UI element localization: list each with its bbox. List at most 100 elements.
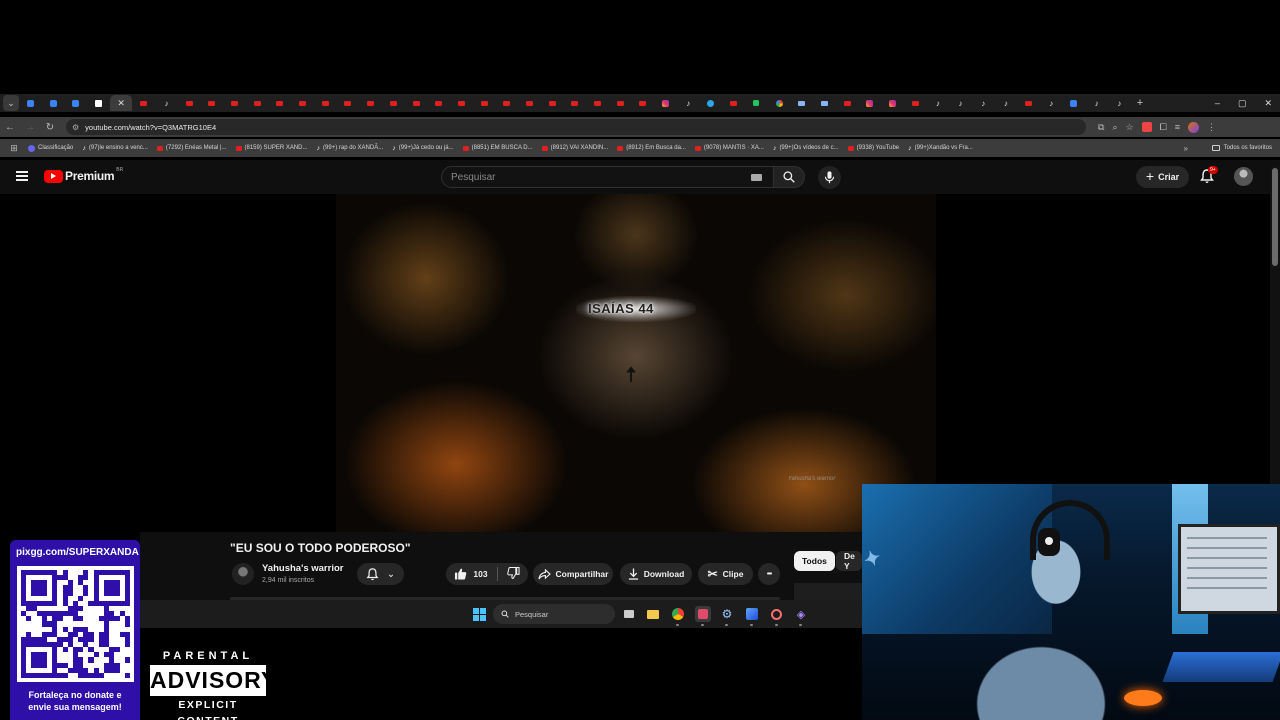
browser-tab-yt[interactable] (495, 95, 518, 111)
reload-icon[interactable]: ↻ (40, 122, 60, 133)
taskbar-search-box[interactable]: Pesquisar (493, 604, 615, 624)
browser-tab-tiktok[interactable]: ♪ (1040, 95, 1063, 111)
browser-tab-tiktok[interactable]: ♪ (949, 95, 972, 111)
channel-avatar[interactable] (232, 563, 254, 585)
browser-tab-white[interactable] (87, 95, 110, 111)
browser-tab-yt[interactable] (586, 95, 609, 111)
reading-list-icon[interactable]: ≡ (1175, 122, 1180, 133)
channel-name[interactable]: Yahusha's warrior (262, 563, 343, 574)
browser-tab-tiktok[interactable]: ♪ (1108, 95, 1131, 111)
new-tab-button[interactable]: + (1137, 97, 1143, 109)
browser-tab-yt[interactable] (314, 95, 337, 111)
install-app-icon[interactable]: ⧉ (1098, 122, 1104, 133)
bookmark-item[interactable]: Classificação (28, 144, 73, 152)
browser-tab-ig[interactable] (858, 95, 881, 111)
tab-search-menu-button[interactable]: ⌄ (3, 95, 19, 111)
browser-tab-yt[interactable] (337, 95, 360, 111)
file-explorer-icon[interactable] (646, 607, 660, 621)
share-button[interactable]: Compartilhar (533, 563, 613, 585)
bookmark-item[interactable]: ♪ (99+)Já cedo ou já... (392, 145, 453, 152)
browser-tab-grey[interactable] (813, 95, 836, 111)
browser-tab-yt[interactable] (541, 95, 564, 111)
like-button[interactable]: 103 (454, 568, 488, 580)
browser-tab-tiktok[interactable]: ♪ (1085, 95, 1108, 111)
clip-button[interactable]: ✂ Clipe (698, 563, 753, 585)
dislike-button[interactable] (506, 566, 520, 581)
page-scrollbar[interactable] (1270, 166, 1280, 536)
browser-tab-yt[interactable] (609, 95, 632, 111)
app-diamond-icon[interactable]: ◈ (794, 607, 808, 621)
more-actions-button[interactable]: ••• (758, 563, 780, 585)
browser-tab-yt[interactable] (132, 95, 155, 111)
browser-tab-yt[interactable] (201, 95, 224, 111)
browser-tab-tiktok[interactable]: ♪ (995, 95, 1018, 111)
voice-search-button[interactable] (818, 166, 841, 189)
close-window-icon[interactable]: ✕ (1264, 98, 1272, 109)
browser-tab-yt[interactable] (359, 95, 382, 111)
scrollbar-thumb[interactable] (1272, 168, 1278, 266)
browser-tab-ig[interactable] (654, 95, 677, 111)
windows-start-icon[interactable] (472, 607, 486, 621)
bookmark-item[interactable]: (8912) Em Busca da... (617, 145, 686, 151)
maximize-icon[interactable]: ▢ (1238, 98, 1247, 109)
browser-tab-yt[interactable] (836, 95, 859, 111)
minimize-icon[interactable]: – (1215, 98, 1220, 108)
browser-tab-yt[interactable] (291, 95, 314, 111)
keyboard-icon[interactable] (751, 174, 762, 181)
chip-from-channel[interactable]: De Y (836, 551, 862, 571)
bookmark-item[interactable]: ♪ (99+)Xandão vs Fra... (908, 145, 973, 152)
browser-tab-edge[interactable] (64, 95, 87, 111)
recommended-thumbnail[interactable] (794, 583, 862, 601)
video-player[interactable]: ISAÍAS 44 🠅 Yahusha's warrior (336, 194, 936, 532)
bookmark-item[interactable]: ♪ (99+)Os vídeos de c... (773, 145, 839, 152)
browser-tab-yt[interactable] (269, 95, 292, 111)
chip-todos[interactable]: Todos (794, 551, 835, 571)
extension-icon[interactable] (1141, 121, 1152, 132)
browser-tab-yt[interactable] (223, 95, 246, 111)
notifications-button[interactable]: 9+ (1200, 166, 1218, 185)
browser-tab-yt[interactable] (382, 95, 405, 111)
account-avatar[interactable] (1234, 167, 1253, 186)
browser-tab-yt[interactable] (246, 95, 269, 111)
bookmark-star-icon[interactable]: ☆ (1125, 122, 1133, 133)
browser-tab-yt[interactable] (405, 95, 428, 111)
browser-tab-yt[interactable] (564, 95, 587, 111)
create-button[interactable]: + Criar (1136, 166, 1189, 188)
bookmark-item[interactable]: ♪ (99+) rap do XANDÃ... (317, 145, 384, 152)
chrome-taskbar-icon[interactable] (671, 607, 685, 621)
browser-tab-yt[interactable] (518, 95, 541, 111)
menu-hamburger-icon[interactable] (16, 171, 28, 181)
browser-tab-cyan[interactable] (700, 95, 723, 111)
youtube-premium-logo[interactable]: Premium BR (44, 167, 123, 183)
browser-tab-yt[interactable] (450, 95, 473, 111)
browser-tab-tiktok[interactable]: ♪ (927, 95, 950, 111)
browser-tab-blue[interactable] (1063, 95, 1086, 111)
bookmark-item[interactable]: (8851) EM BUSCA D... (462, 145, 533, 151)
apps-grid-icon[interactable]: ⊞ (0, 143, 28, 154)
browser-tab-tiktok[interactable]: ♪ (972, 95, 995, 111)
app-alert-icon[interactable] (769, 607, 783, 621)
chrome-menu-icon[interactable]: ⋮ (1207, 122, 1216, 133)
zoom-icon[interactable]: ⌕ (1112, 122, 1117, 133)
browser-tab-yt[interactable] (473, 95, 496, 111)
bookmark-item[interactable]: ♪ (97)le ensino a venc... (82, 145, 148, 152)
browser-tab-yt[interactable] (904, 95, 927, 111)
settings-gear-icon[interactable]: ⚙ (720, 607, 734, 621)
search-input[interactable]: Pesquisar (441, 166, 774, 188)
task-view-icon[interactable] (622, 607, 636, 621)
browser-tab-google[interactable] (768, 95, 791, 111)
browser-tab-yt[interactable] (178, 95, 201, 111)
browser-tab-ig[interactable] (881, 95, 904, 111)
streaming-app-icon[interactable] (695, 606, 711, 622)
browser-tab-tiktok[interactable]: ♪ (155, 95, 178, 111)
profile-avatar[interactable] (1188, 121, 1200, 133)
browser-tab-edge[interactable] (42, 95, 65, 111)
app-blue-icon[interactable] (745, 607, 759, 621)
bookmark-item[interactable]: (9078) MANTIS · XA... (694, 145, 764, 151)
subscription-bell-button[interactable]: ⌄ (357, 563, 404, 585)
browser-tab-yt[interactable] (427, 95, 450, 111)
browser-tab-chrome[interactable] (19, 95, 42, 111)
url-input[interactable]: ⚙ youtube.com/watch?v=Q3MATRG10E4 (66, 119, 1086, 135)
browser-tab-tiktok[interactable]: ♪ (677, 95, 700, 111)
browser-tab-yt[interactable] (632, 95, 655, 111)
